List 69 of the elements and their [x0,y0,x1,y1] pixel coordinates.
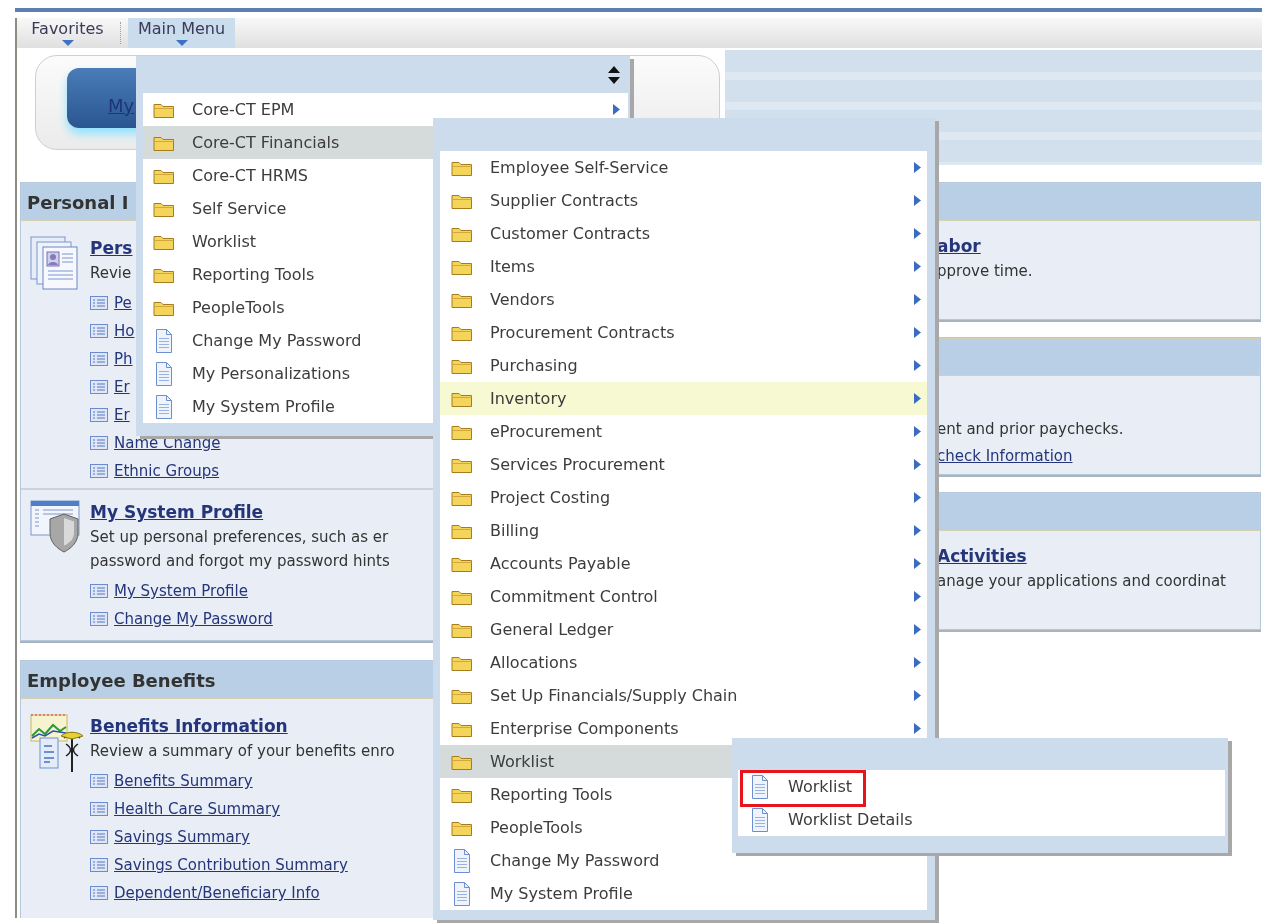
list-icon [90,886,108,900]
document-icon [155,328,173,353]
document-icon [751,807,769,832]
menu-item[interactable]: Core-CT EPM [143,93,628,126]
menu-item[interactable]: Commitment Control [440,580,927,613]
link[interactable]: Benefits Summary [114,772,253,790]
menu-item[interactable]: My System Profile [440,877,927,910]
link[interactable]: Health Care Summary [114,800,280,818]
menu-item[interactable]: General Ledger [440,613,927,646]
menu-item[interactable]: Enterprise Components [440,712,927,745]
section-description: Revie [90,263,132,284]
list-icon [90,380,108,394]
menu-item[interactable]: Project Costing [440,481,927,514]
link[interactable]: Change My Password [114,610,273,628]
list-icon [90,464,108,478]
list-icon [90,324,108,338]
menu-bar-tab[interactable]: Main Menu [128,18,235,48]
menu-item[interactable]: eProcurement [440,415,927,448]
link[interactable]: My System Profile [114,582,248,600]
link[interactable]: Ho [114,322,135,340]
stacked-pages-icon [30,236,78,290]
list-icon [90,858,108,872]
menu-item[interactable]: Worklist Details [738,803,1225,836]
shield-window-icon [30,500,80,554]
menu-item[interactable]: Inventory [440,382,927,415]
caret-icon [175,40,188,46]
section-description: Review a summary of your benefits enro [90,741,395,762]
link[interactable]: Savings Summary [114,828,250,846]
section-title-link[interactable]: abor [937,236,981,256]
chart-and-caduceus-icon [30,714,84,772]
menu-item[interactable]: Items [440,250,927,283]
list-icon [90,584,108,598]
menu-item[interactable]: Purchasing [440,349,927,382]
list-icon [90,802,108,816]
link[interactable]: Ph [114,350,133,368]
document-icon [751,774,769,799]
list-icon [90,774,108,788]
list-icon [90,612,108,626]
list-icon [90,296,108,310]
menu-item[interactable]: Billing [440,514,927,547]
section-title-link[interactable]: My System Profile [90,502,264,522]
caret-icon [61,40,74,46]
link[interactable]: Ethnic Groups [114,462,220,480]
section-title-link[interactable]: Activities [937,546,1027,566]
list-icon [90,408,108,422]
list-icon [90,436,108,450]
menu-item[interactable]: Accounts Payable [440,547,927,580]
link[interactable]: Dependent/Beneficiary Info [114,884,320,902]
menu-item[interactable]: Change My Password [440,844,927,877]
link[interactable]: check Information [937,447,1073,465]
link[interactable]: Pe [114,294,132,312]
link[interactable]: Savings Contribution Summary [114,856,348,874]
menu-item[interactable]: Supplier Contracts [440,184,927,217]
document-icon [453,848,471,873]
section-description: Set up personal preferences, such as er password and forgot my password hints [90,527,390,572]
section-description: anage your applications and coordinat [937,571,1226,592]
document-icon [155,394,173,419]
section-title-link[interactable]: Benefits Information [90,716,288,736]
list-icon [90,352,108,366]
menu-item[interactable]: Services Procurement [440,448,927,481]
link[interactable]: Er [114,406,130,424]
menu-item[interactable]: Vendors [440,283,927,316]
menu-item[interactable]: Procurement Contracts [440,316,927,349]
list-icon [90,830,108,844]
document-icon [155,361,173,386]
link[interactable]: Er [114,378,130,396]
menu-bar-tab[interactable]: Favorites [17,18,118,48]
document-icon [453,881,471,906]
section-title-link[interactable]: Pers [90,238,133,258]
